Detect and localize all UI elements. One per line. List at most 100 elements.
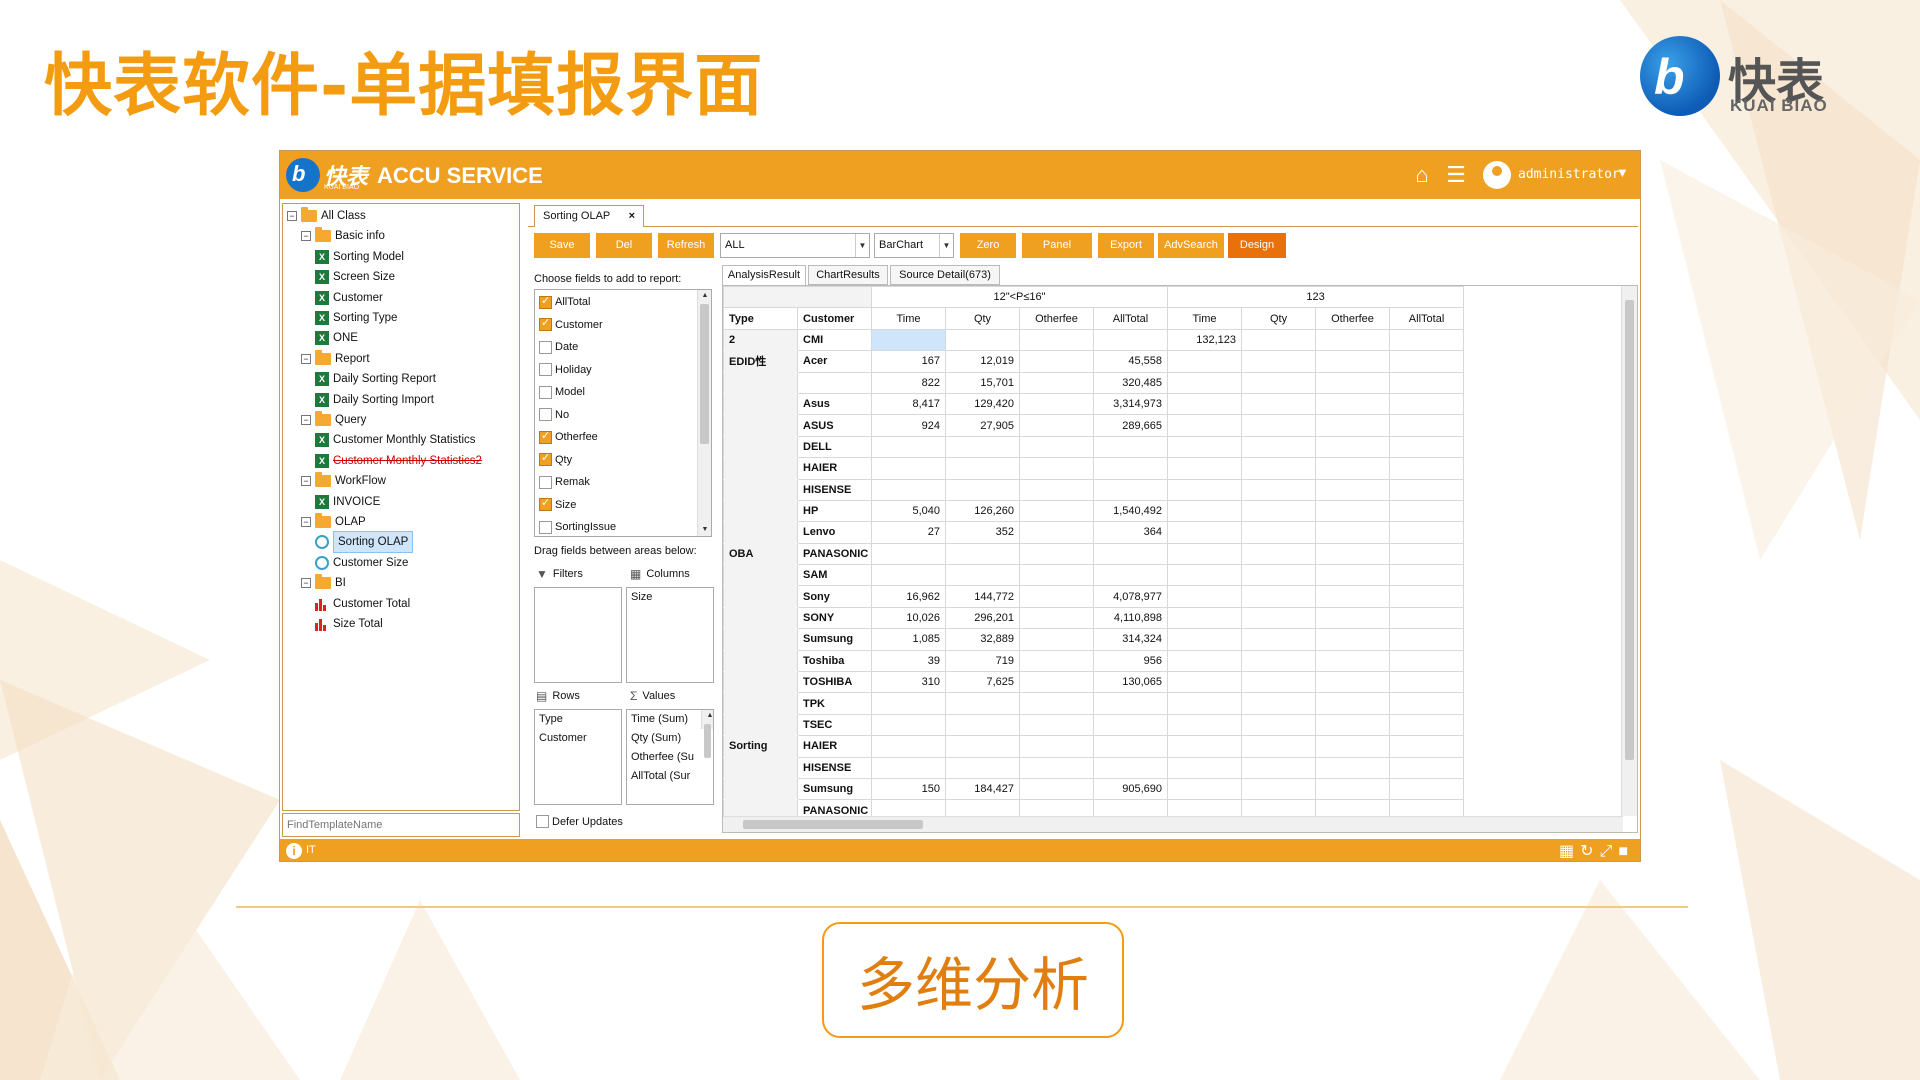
value-cell[interactable] <box>1241 392 1317 416</box>
tree-node[interactable]: X Sorting Type <box>315 308 397 328</box>
column-header[interactable]: Time <box>871 307 946 330</box>
value-cell[interactable] <box>1019 756 1094 779</box>
value-cell[interactable]: 924 <box>871 414 946 437</box>
chevron-down-icon[interactable]: ▼ <box>855 234 869 257</box>
value-cell[interactable] <box>1092 457 1169 480</box>
tree-node[interactable]: − WorkFlow <box>301 471 386 491</box>
value-cell[interactable] <box>1389 756 1465 779</box>
value-cell[interactable] <box>1389 713 1465 737</box>
value-cell[interactable] <box>1019 713 1094 737</box>
refresh-icon[interactable]: ↻ <box>1580 843 1599 860</box>
tree-node[interactable]: X INVOICE <box>315 492 380 512</box>
collapse-toggle-icon[interactable]: − <box>301 517 311 527</box>
value-cell[interactable] <box>1315 328 1391 352</box>
value-cell[interactable] <box>1092 564 1169 587</box>
value-cell[interactable] <box>1019 777 1094 801</box>
value-cell[interactable] <box>1315 585 1391 608</box>
value-cell[interactable] <box>1019 350 1094 373</box>
value-cell[interactable] <box>1167 414 1243 437</box>
value-cell[interactable]: 905,690 <box>1092 777 1169 801</box>
value-cell[interactable] <box>1241 713 1317 737</box>
collapse-toggle-icon[interactable]: − <box>301 476 311 487</box>
values-field-item[interactable]: Otherfee (Su <box>627 748 713 767</box>
filter-select[interactable]: ALL ▼ <box>720 233 870 258</box>
scroll-thumb[interactable] <box>743 820 923 829</box>
field-checkbox[interactable] <box>539 496 552 511</box>
value-cell[interactable] <box>1241 756 1317 779</box>
value-cell[interactable] <box>1167 671 1243 694</box>
value-cell[interactable] <box>1167 585 1243 608</box>
value-cell[interactable] <box>871 435 946 459</box>
field-item[interactable]: No <box>539 405 569 425</box>
value-cell[interactable] <box>1389 392 1465 416</box>
field-item[interactable]: Otherfee <box>539 427 598 447</box>
value-cell[interactable] <box>1241 499 1317 523</box>
column-group-header[interactable]: 123 <box>1167 286 1465 309</box>
value-cell[interactable] <box>1019 671 1094 694</box>
value-cell[interactable] <box>1019 499 1094 523</box>
collapse-toggle-icon[interactable]: − <box>301 231 311 242</box>
value-cell[interactable] <box>1092 692 1169 715</box>
value-cell[interactable] <box>871 564 946 587</box>
value-cell[interactable] <box>1019 457 1094 480</box>
lock-icon[interactable]: ■ <box>1618 843 1634 860</box>
value-cell[interactable] <box>1389 564 1465 587</box>
value-cell[interactable] <box>871 328 946 352</box>
value-cell[interactable] <box>945 435 1020 459</box>
zero-button[interactable]: Zero <box>960 233 1016 258</box>
value-cell[interactable]: 4,110,898 <box>1092 606 1169 630</box>
tree-node[interactable]: X Sorting Model <box>315 247 404 267</box>
value-cell[interactable] <box>871 478 946 501</box>
value-cell[interactable] <box>1167 628 1243 651</box>
value-cell[interactable] <box>1315 371 1391 394</box>
column-header[interactable]: Qty <box>1241 307 1317 330</box>
expand-icon[interactable]: ⤢ <box>1600 843 1619 860</box>
tree-node[interactable]: X Customer <box>315 288 383 308</box>
value-cell[interactable] <box>1389 777 1465 801</box>
tree-node[interactable]: − BI <box>301 573 346 593</box>
value-cell[interactable]: 5,040 <box>871 499 946 523</box>
chart-type-select[interactable]: BarChart ▼ <box>874 233 954 258</box>
value-cell[interactable] <box>1019 328 1094 352</box>
field-item[interactable]: AllTotal <box>539 292 590 312</box>
design-button[interactable]: Design <box>1228 233 1286 258</box>
value-cell[interactable] <box>1389 542 1465 566</box>
field-checkbox[interactable] <box>539 451 552 466</box>
scroll-down-icon[interactable]: ▼ <box>698 524 711 536</box>
value-cell[interactable]: 289,665 <box>1092 414 1169 437</box>
tree-node[interactable]: Size Total <box>315 614 383 634</box>
tree-node[interactable]: − Basic info <box>301 226 385 246</box>
scroll-down-icon[interactable]: ▼ <box>702 710 713 715</box>
value-cell[interactable] <box>1389 371 1465 394</box>
values-scrollbar[interactable]: ▲ ▼ <box>701 710 713 758</box>
value-cell[interactable] <box>1167 606 1243 630</box>
rows-field-item[interactable]: Type <box>535 710 621 729</box>
value-cell[interactable] <box>1167 564 1243 587</box>
value-cell[interactable] <box>1241 735 1317 758</box>
value-cell[interactable]: 3,314,973 <box>1092 392 1169 416</box>
value-cell[interactable]: 719 <box>945 649 1020 673</box>
value-cell[interactable] <box>1315 499 1391 523</box>
value-cell[interactable] <box>1389 435 1465 459</box>
value-cell[interactable]: 7,625 <box>945 671 1020 694</box>
value-cell[interactable] <box>1241 628 1317 651</box>
value-cell[interactable] <box>871 457 946 480</box>
field-item[interactable]: Model <box>539 382 585 402</box>
value-cell[interactable] <box>1019 735 1094 758</box>
value-cell[interactable]: 10,026 <box>871 606 946 630</box>
chevron-down-icon[interactable]: ▼ <box>1616 165 1629 180</box>
value-cell[interactable] <box>1092 328 1169 352</box>
value-cell[interactable] <box>1389 499 1465 523</box>
tree-node[interactable]: Customer Total <box>315 594 410 614</box>
value-cell[interactable]: 364 <box>1092 521 1169 544</box>
value-cell[interactable] <box>1315 671 1391 694</box>
grid-icon[interactable]: ▦ <box>1559 843 1580 860</box>
value-cell[interactable] <box>1167 649 1243 673</box>
values-field-item[interactable]: Qty (Sum) <box>627 729 713 748</box>
value-cell[interactable] <box>1241 564 1317 587</box>
tree-node[interactable]: Sorting OLAP <box>315 531 414 554</box>
value-cell[interactable] <box>871 542 946 566</box>
field-item[interactable]: Date <box>539 337 578 357</box>
tree-node[interactable]: X Customer Monthly Statistics2 <box>315 451 482 471</box>
field-checkbox[interactable] <box>539 363 552 376</box>
